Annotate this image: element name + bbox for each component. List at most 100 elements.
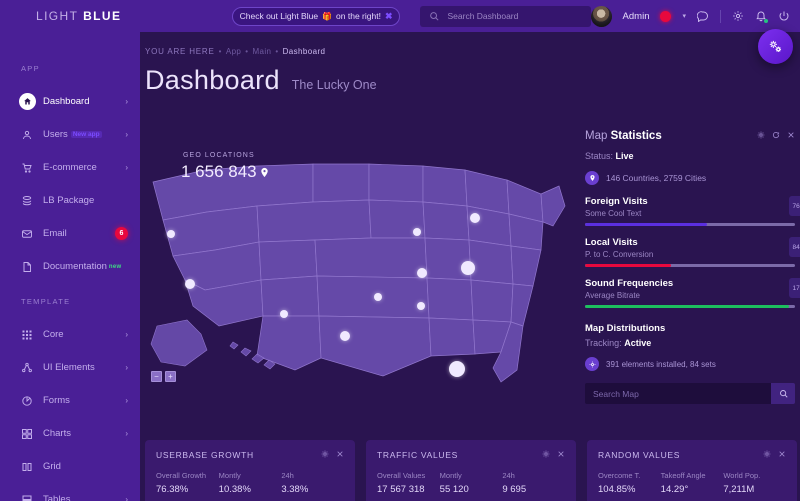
card-column-label: 24h — [502, 471, 565, 480]
breadcrumb-sep: • — [245, 47, 248, 56]
card-column: Montly10.38% — [219, 471, 282, 495]
card-column: Takeoff Angle14.29° — [661, 471, 724, 495]
gear-icon[interactable] — [763, 450, 771, 460]
sidebar-item-users[interactable]: Users New app › — [0, 118, 140, 151]
sidebar-item-dashboard[interactable]: Dashboard › — [0, 85, 140, 118]
card-tools — [321, 450, 344, 460]
card-column-value: 104.85% — [598, 484, 661, 495]
sidebar-item-label: Users — [43, 129, 68, 140]
avatar[interactable] — [591, 6, 612, 27]
layers-icon — [21, 195, 43, 207]
gear-icon[interactable] — [757, 131, 765, 141]
power-icon[interactable] — [778, 10, 790, 22]
metric-subtitle: Average Bitrate — [585, 291, 795, 300]
logo-bold: BLUE — [83, 9, 121, 23]
card-header: USERBASE GROWTH — [156, 450, 344, 460]
map-location-dot[interactable] — [280, 310, 288, 318]
chat-icon[interactable] — [697, 10, 709, 22]
sidebar-item-ui-elements[interactable]: UI Elements › — [0, 351, 140, 384]
chevron-right-icon: › — [125, 330, 128, 339]
chevron-down-icon[interactable]: ▾ — [682, 12, 686, 20]
map-zoom-out-button[interactable]: − — [151, 371, 162, 382]
sidebar-item-tables[interactable]: Tables › — [0, 483, 140, 501]
close-icon[interactable] — [778, 450, 786, 460]
card-title: USERBASE GROWTH — [156, 450, 254, 460]
close-icon[interactable] — [557, 450, 565, 460]
settings-fab-button[interactable] — [758, 29, 793, 64]
map-location-dot[interactable] — [470, 213, 480, 223]
sidebar-item-label: Dashboard — [43, 96, 89, 107]
sidebar-item-forms[interactable]: Forms › — [0, 384, 140, 417]
bell-icon[interactable] — [755, 10, 767, 22]
main-content: YOU ARE HERE • App • Main • Dashboard Da… — [140, 32, 800, 501]
gear-icon — [585, 357, 599, 371]
close-icon[interactable] — [787, 131, 795, 141]
map-zoom-in-button[interactable]: + — [165, 371, 176, 382]
search-input[interactable]: Search Dashboard — [420, 6, 590, 27]
sidebar-item-documentation[interactable]: Documentation new — [0, 250, 140, 283]
breadcrumb-link-app[interactable]: App — [226, 47, 241, 56]
map-distributions: Map Distributions Tracking: Active 391 e… — [585, 323, 795, 404]
card-column: Overcome T.104.85% — [598, 471, 661, 495]
stats-metric: Sound FrequenciesAverage Bitrate17% — [585, 278, 795, 308]
distributions-title: Map Distributions — [585, 323, 795, 334]
stats-header: Map Statistics — [585, 130, 795, 142]
breadcrumb-sep: • — [275, 47, 278, 56]
pie-icon — [21, 395, 43, 407]
sidebar-item-ecommerce[interactable]: E-commerce › — [0, 151, 140, 184]
map-location-dot[interactable] — [185, 279, 195, 289]
card-column-label: 24h — [281, 471, 344, 480]
map-location-dot[interactable] — [374, 293, 382, 301]
card-header: TRAFFIC VALUES — [377, 450, 565, 460]
card-columns: Overall Growth76.38%Montly10.38%24h3.38% — [156, 471, 344, 495]
notification-dot[interactable] — [660, 11, 671, 22]
app-logo[interactable]: LIGHT BLUE — [0, 9, 134, 23]
search-icon — [779, 389, 788, 398]
gear-icon[interactable] — [542, 450, 550, 460]
columns-icon — [21, 461, 43, 473]
map-location-dot[interactable] — [413, 228, 421, 236]
map-location-dot[interactable] — [449, 361, 465, 377]
geo-map[interactable]: GEO LOCATIONS 1 656 843 − + — [145, 130, 575, 392]
map-search-button[interactable] — [771, 383, 795, 404]
map-location-dot[interactable] — [461, 261, 475, 275]
card-column-value: 10.38% — [219, 484, 282, 495]
elements-row: 391 elements installed, 84 sets — [585, 357, 795, 371]
squares-icon — [21, 428, 43, 440]
map-statistics-panel: Map Statistics Status: Live — [585, 130, 795, 392]
chevron-right-icon: › — [125, 163, 128, 172]
grid-dots-icon — [21, 329, 43, 341]
close-icon[interactable] — [336, 450, 344, 460]
stats-title: Map Statistics — [585, 130, 662, 142]
sidebar-badge-users: New app — [71, 131, 102, 138]
sidebar-item-lb-package[interactable]: LB Package — [0, 184, 140, 217]
sidebar-item-charts[interactable]: Charts › — [0, 417, 140, 450]
card-column: 24h9 695 — [502, 471, 565, 495]
map-location-dot[interactable] — [417, 302, 425, 310]
stats-title-light: Map — [585, 130, 607, 142]
map-location-dot[interactable] — [340, 331, 350, 341]
breadcrumb-link-main[interactable]: Main — [252, 47, 271, 56]
sidebar-item-email[interactable]: Email 6 — [0, 217, 140, 250]
tracking-label: Tracking: — [585, 338, 622, 348]
gear-icon[interactable] — [321, 450, 329, 460]
sidebar-item-label: UI Elements — [43, 362, 95, 373]
refresh-icon[interactable] — [772, 131, 780, 141]
gear-icon[interactable] — [732, 10, 744, 22]
map-pin-icon — [585, 171, 599, 185]
sidebar-item-grid[interactable]: Grid — [0, 450, 140, 483]
tracking-value: Active — [624, 338, 651, 348]
stats-status-label: Status: — [585, 151, 613, 161]
map-location-dot[interactable] — [167, 230, 175, 238]
promo-banner[interactable]: Check out Light Blue 🎁 on the right! ✖ — [232, 7, 401, 26]
chevron-right-icon: › — [125, 429, 128, 438]
close-icon[interactable]: ✖ — [385, 11, 393, 22]
metric-subtitle: Some Cool Text — [585, 209, 795, 218]
card-column-label: Overall Growth — [156, 471, 219, 480]
sidebar-item-core[interactable]: Core › — [0, 318, 140, 351]
card-column-value: 17 567 318 — [377, 484, 440, 495]
metric-progress-bar — [585, 223, 795, 226]
map-search-input[interactable]: Search Map — [585, 383, 771, 404]
map-location-dot[interactable] — [417, 268, 427, 278]
page-title-row: Dashboard The Lucky One — [140, 56, 800, 96]
